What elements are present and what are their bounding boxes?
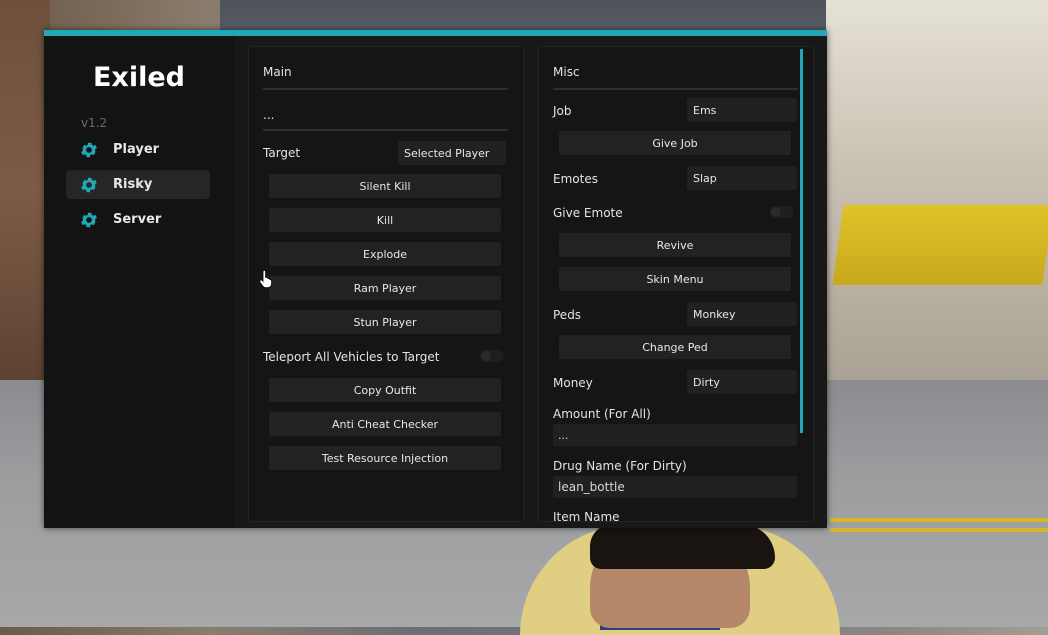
money-dropdown[interactable]: Dirty [687,370,797,394]
item-name-label: Item Name [553,510,620,522]
misc-panel-title: Misc [553,65,580,79]
divider [263,88,508,90]
content-area: Main ... Target Selected Player Silent K… [234,36,827,528]
test-resource-injection-button[interactable]: Test Resource Injection [269,446,501,470]
copy-outfit-button[interactable]: Copy Outfit [269,378,501,402]
skin-menu-button[interactable]: Skin Menu [559,267,791,291]
peds-dropdown[interactable]: Monkey [687,302,797,326]
explode-button[interactable]: Explode [269,242,501,266]
main-panel-title: Main [263,65,292,79]
sidebar-item-risky[interactable]: Risky [66,170,210,199]
version-label: v1.2 [81,116,108,130]
mod-menu-window: Exiled v1.2 Player Risky Server Main ... [44,30,827,528]
revive-button[interactable]: Revive [559,233,791,257]
drug-name-label: Drug Name (For Dirty) [553,459,687,473]
emotes-dropdown[interactable]: Slap [687,166,797,190]
job-dropdown[interactable]: Ems [687,98,797,122]
gear-icon [81,212,97,227]
road-lane-marking [830,518,1048,522]
background-character-hair [590,524,775,569]
job-label: Job [553,104,572,118]
sidebar-item-server[interactable]: Server [66,205,210,234]
teleport-vehicles-label: Teleport All Vehicles to Target [263,350,440,364]
gear-icon [81,177,97,192]
give-emote-label: Give Emote [553,206,623,220]
main-ellipsis: ... [263,108,275,122]
money-label: Money [553,376,593,390]
divider [263,129,508,131]
sidebar: Exiled v1.2 Player Risky Server [44,36,234,528]
main-panel: Main ... Target Selected Player Silent K… [248,46,524,522]
teleport-vehicles-toggle[interactable] [480,350,504,362]
road-lane-marking [830,528,1048,532]
target-dropdown[interactable]: Selected Player [398,141,506,165]
background-awning [832,205,1048,285]
brand-title: Exiled [92,62,185,93]
hand-cursor-icon [259,270,272,288]
drug-name-input[interactable]: lean_bottle [553,476,797,498]
give-emote-toggle[interactable] [770,206,794,218]
give-job-button[interactable]: Give Job [559,131,791,155]
gear-icon [81,142,97,157]
anti-cheat-checker-button[interactable]: Anti Cheat Checker [269,412,501,436]
stun-player-button[interactable]: Stun Player [269,310,501,334]
amount-input[interactable]: ... [553,424,797,446]
target-label: Target [263,146,301,160]
misc-panel: Misc Job Ems Give Job Emotes Slap Give E… [538,46,814,522]
emotes-label: Emotes [553,172,598,186]
sidebar-item-label: Risky [113,177,153,192]
scrollbar[interactable] [800,49,803,433]
background-building-left [0,0,50,380]
silent-kill-button[interactable]: Silent Kill [269,174,501,198]
peds-label: Peds [553,308,582,322]
sidebar-item-label: Player [113,142,160,157]
ram-player-button[interactable]: Ram Player [269,276,501,300]
divider [553,88,798,90]
kill-button[interactable]: Kill [269,208,501,232]
sidebar-item-player[interactable]: Player [66,135,210,164]
change-ped-button[interactable]: Change Ped [559,335,791,359]
sidebar-item-label: Server [113,212,162,227]
amount-label: Amount (For All) [553,407,651,421]
